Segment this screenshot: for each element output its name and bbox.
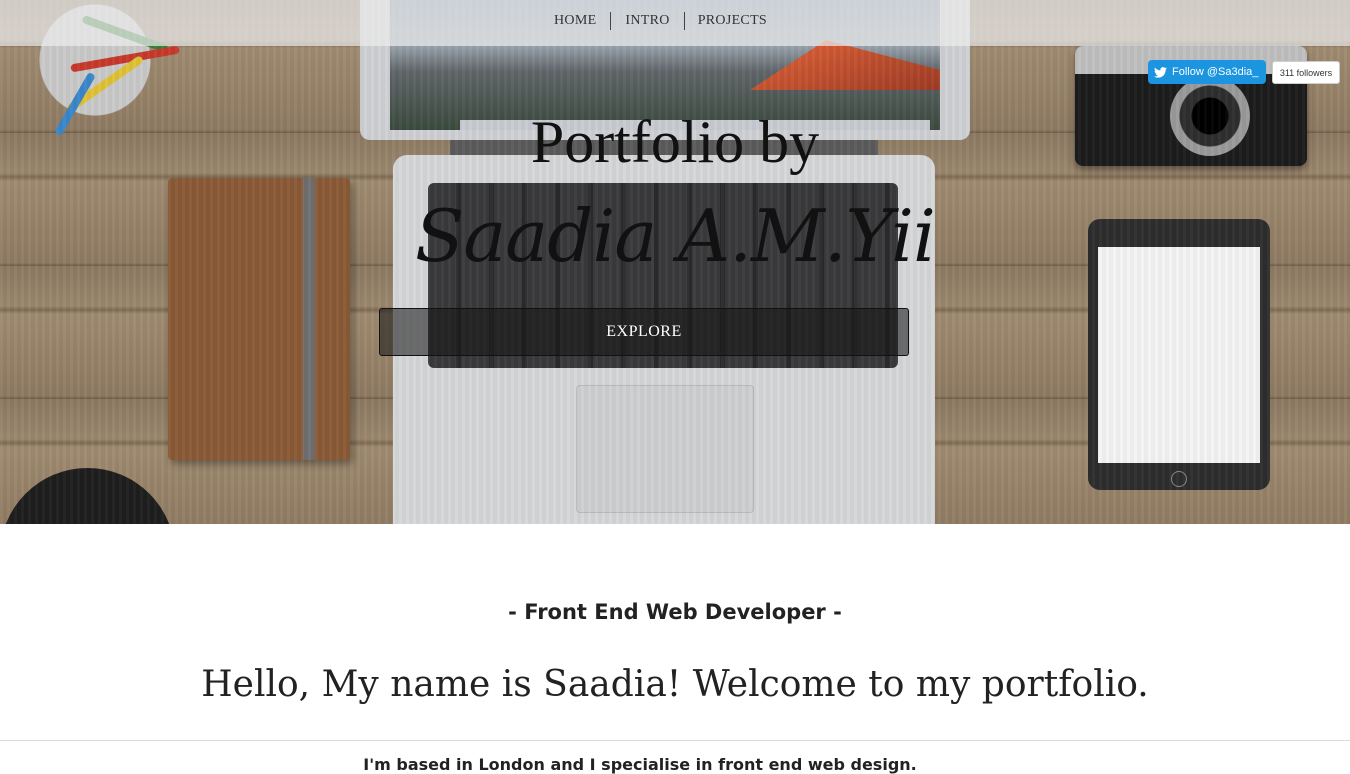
nav-item-home[interactable]: HOME [545, 13, 610, 29]
role-heading: - Front End Web Developer - [508, 600, 842, 624]
intro-paragraph: I'm based in London and I specialise in … [363, 755, 917, 774]
twitter-follow-label: Follow @Sa3dia_ [1172, 66, 1259, 78]
top-nav: HOME INTRO PROJECTS [0, 0, 1350, 46]
hat-image [0, 468, 175, 524]
hero-title-line1: Portfolio by [530, 109, 820, 175]
greeting-heading: Hello, My name is Saadia! Welcome to my … [201, 664, 1149, 705]
twitter-follow-button[interactable]: Follow @Sa3dia_ [1148, 60, 1266, 84]
nav-item-intro[interactable]: INTRO [611, 13, 683, 29]
twitter-followers-count[interactable]: 311 followers [1272, 61, 1340, 84]
explore-button[interactable]: EXPLORE [379, 308, 909, 356]
twitter-bird-icon [1154, 66, 1167, 78]
section-divider [0, 740, 1350, 741]
nav-item-projects[interactable]: PROJECTS [685, 13, 781, 29]
hero-title-line2: Saadia A.M.Yii [415, 194, 936, 278]
